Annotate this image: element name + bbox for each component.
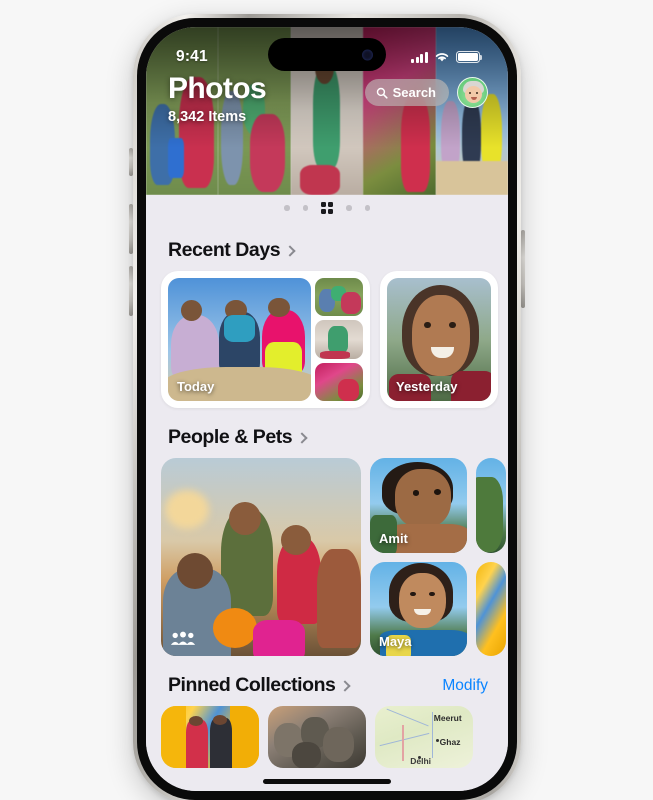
search-label: Search [392,85,436,100]
grid-icon[interactable] [321,202,333,214]
screenshot-stage: Photos 8,342 Items Search Recent Days To… [0,0,653,800]
header-actions: Search [364,77,488,108]
recent-day-caption-today: Today [177,379,215,394]
battery-full-icon [456,51,483,63]
chevron-right-icon[interactable] [284,245,296,257]
recent-days-title-row[interactable]: Recent Days [168,239,296,262]
people-pets-row[interactable]: Amit Maya [146,458,508,656]
page-dot-4[interactable] [346,205,352,211]
carousel-page-indicator[interactable] [146,195,508,221]
status-indicators [410,51,483,63]
avatar-face [465,86,482,103]
home-indicator[interactable] [263,779,391,784]
pinned-card-1[interactable] [161,706,259,768]
recent-day-yesterday-photo[interactable]: Yesterday [387,278,491,401]
avatar[interactable] [457,77,488,108]
group-people-icon [170,631,196,645]
front-camera-icon [362,49,373,60]
recent-day-thumb-2[interactable] [315,320,363,359]
people-pets-header: People & Pets [146,408,508,458]
dynamic-island [268,38,386,71]
phone-bezel: Photos 8,342 Items Search Recent Days To… [137,18,517,800]
pinned-card-map[interactable]: Meerut Ghaz Delhi [375,706,473,768]
pinned-collections-title-row[interactable]: Pinned Collections [168,674,352,697]
recent-days-header: Recent Days [146,221,508,271]
wifi-icon [435,53,449,62]
pinned-card-2[interactable] [268,706,366,768]
map-label-meerut: Meerut [433,713,462,724]
person-card-partial-1[interactable] [476,458,506,553]
recent-day-thumb-3[interactable] [315,362,363,401]
photos-content[interactable]: Recent Days Today Yesterday People & Pet… [146,221,508,791]
chevron-right-icon[interactable] [339,680,352,692]
title-block: Photos 8,342 Items [168,72,267,126]
people-pets-column: Amit Maya [370,458,467,656]
cellular-bars-icon [410,51,428,63]
modify-button[interactable]: Modify [442,677,488,695]
recent-day-card-today[interactable]: Today [161,271,370,408]
phone-screen: Photos 8,342 Items Search Recent Days To… [146,27,508,791]
search-button[interactable]: Search [364,79,449,106]
recent-days-title: Recent Days [168,239,281,261]
recent-day-hero-photo[interactable]: Today [168,278,311,401]
pinned-collections-header: Pinned Collections Modify [146,656,508,706]
page-title: Photos [168,72,267,105]
power-button[interactable] [521,230,525,308]
recent-day-caption-yesterday: Yesterday [396,379,458,394]
person-card-maya[interactable]: Maya [370,561,467,656]
recent-day-card-yesterday[interactable]: Yesterday [380,271,498,408]
people-pets-title: People & Pets [168,426,293,448]
people-pets-title-row[interactable]: People & Pets [168,426,308,449]
pinned-collections-title: Pinned Collections [168,674,336,696]
pinned-collections-row[interactable]: Meerut Ghaz Delhi [146,706,508,768]
page-dot-2[interactable] [302,205,308,211]
page-dot-1[interactable] [284,205,290,211]
chevron-right-icon[interactable] [296,432,308,444]
item-count-label: 8,342 Items [168,109,247,126]
person-name-maya: Maya [379,634,412,649]
search-icon [376,87,388,99]
phone-frame: Photos 8,342 Items Search Recent Days To… [133,14,521,800]
person-card-partial-2[interactable] [476,561,506,656]
people-pets-overflow[interactable] [476,458,506,656]
map-label-ghaz: Ghaz [439,737,461,747]
person-name-amit: Amit [379,530,408,546]
recent-day-thumbs [315,278,363,401]
hero-header-row: Photos 8,342 Items Search [146,73,508,125]
page-dot-5[interactable] [364,205,370,211]
status-clock: 9:41 [176,48,208,65]
people-pets-group-card[interactable] [161,458,361,656]
map-label-delhi: Delhi [410,755,432,766]
recent-days-row[interactable]: Today Yesterday [146,271,508,408]
person-card-amit[interactable]: Amit [370,458,467,553]
recent-day-thumb-1[interactable] [315,278,363,317]
